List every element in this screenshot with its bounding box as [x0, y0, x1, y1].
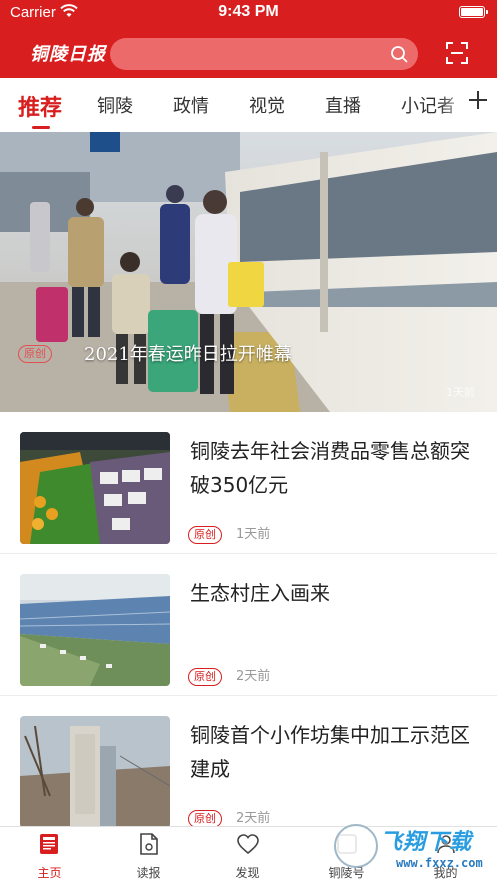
hero-image — [0, 132, 497, 412]
search-input[interactable] — [110, 38, 418, 70]
news-time: 2天前 — [236, 669, 271, 684]
news-title[interactable]: 铜陵去年社会消费品零售总额突破350亿元 — [190, 434, 480, 502]
newspaper-icon — [140, 833, 158, 855]
hero-original-badge: 原创 — [18, 345, 52, 363]
tab-tongling[interactable]: 铜陵 — [97, 92, 133, 118]
hero-banner[interactable]: 原创 2021年春运昨日拉开帷幕 1天前 — [0, 132, 497, 412]
news-item[interactable]: 铜陵首个小作坊集中加工示范区建成 原创 2天前 — [0, 696, 497, 838]
news-thumbnail — [20, 574, 170, 686]
status-time: 9:43 PM — [218, 3, 279, 20]
news-title[interactable]: 铜陵首个小作坊集中加工示范区建成 — [190, 718, 480, 786]
original-badge: 原创 — [188, 668, 222, 686]
news-item[interactable]: 生态村庄入画来 原创 2天前 — [0, 554, 497, 696]
search-icon[interactable] — [390, 45, 408, 63]
tab-recommend[interactable]: 推荐 — [18, 90, 62, 122]
nav-home-label: 主页 — [37, 866, 62, 880]
news-title[interactable]: 生态村庄入画来 — [190, 576, 480, 610]
nav-home[interactable]: 主页 — [0, 827, 99, 883]
news-icon — [40, 834, 58, 854]
tab-politics[interactable]: 政情 — [173, 92, 209, 118]
nav-read-paper-label: 读报 — [136, 866, 161, 880]
news-thumbnail — [20, 432, 170, 544]
heart-icon — [237, 834, 259, 855]
category-tabs: 推荐 铜陵 政情 视觉 直播 小记者 — [0, 78, 497, 132]
original-badge: 原创 — [188, 526, 222, 544]
battery-icon — [459, 6, 488, 18]
hero-title[interactable]: 2021年春运昨日拉开帷幕 — [84, 340, 292, 366]
scan-icon[interactable] — [446, 42, 468, 64]
watermark-name: 飞翔下载 — [380, 830, 473, 855]
hero-watermark: 1天前 — [446, 386, 475, 399]
app-logo[interactable]: 铜陵日报 — [30, 40, 106, 66]
nav-discover[interactable]: 发现 — [198, 827, 297, 883]
tab-live[interactable]: 直播 — [325, 92, 361, 118]
tab-visual[interactable]: 视觉 — [249, 92, 285, 118]
site-watermark: 飞翔下载 www.fxxz.com — [330, 820, 490, 880]
news-time: 1天前 — [236, 527, 271, 542]
status-bar: Carrier 9:43 PM — [0, 0, 497, 26]
nav-read-paper[interactable]: 读报 — [99, 827, 198, 883]
watermark-url: www.fxxz.com — [396, 856, 483, 870]
news-item[interactable]: 铜陵去年社会消费品零售总额突破350亿元 原创 1天前 — [0, 412, 497, 554]
watermark-logo — [334, 824, 378, 868]
nav-discover-label: 发现 — [235, 866, 260, 880]
tab-active-indicator — [32, 126, 50, 129]
add-tab-icon[interactable] — [466, 88, 490, 112]
news-thumbnail — [20, 716, 170, 828]
